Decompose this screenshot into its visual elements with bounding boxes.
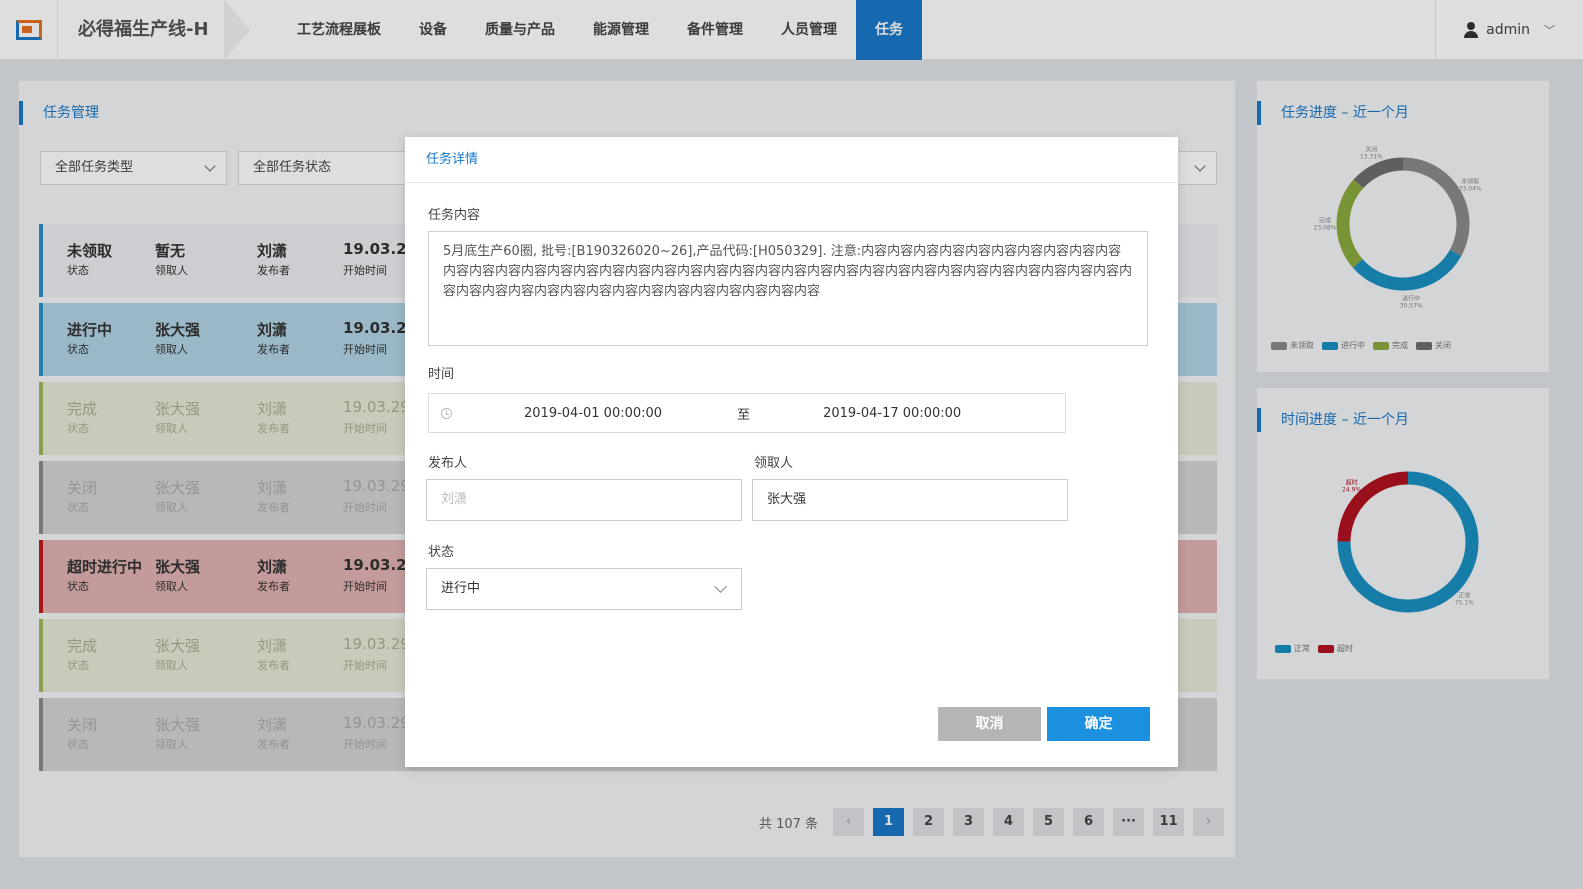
time-label: 时间 [428, 367, 455, 382]
publisher-input[interactable]: 刘潇 [426, 479, 742, 521]
publisher-label: 发布人 [428, 456, 468, 471]
range-separator: 至 [737, 407, 751, 423]
confirm-button[interactable]: 确定 [1047, 707, 1150, 741]
clock-icon [441, 407, 452, 419]
chevron-down-icon [714, 580, 727, 593]
start-date[interactable]: 2019-04-01 00:00:00 [524, 406, 662, 421]
status-select-value: 进行中 [441, 581, 481, 596]
assignee-label: 领取人 [754, 456, 794, 471]
end-date[interactable]: 2019-04-17 00:00:00 [823, 406, 961, 421]
assignee-input[interactable]: 张大强 [752, 479, 1068, 521]
cancel-button[interactable]: 取消 [938, 707, 1041, 741]
status-label: 状态 [428, 545, 455, 560]
date-range-picker[interactable]: 2019-04-01 00:00:00 至 2019-04-17 00:00:0… [428, 393, 1066, 433]
content-label: 任务内容 [428, 208, 481, 223]
task-detail-dialog: 任务详情 任务内容 5月底生产60圈, 批号:[B190326020~26],产… [405, 137, 1178, 767]
dialog-title: 任务详情 [405, 137, 1178, 183]
status-select[interactable]: 进行中 [426, 568, 742, 610]
task-content-textarea[interactable]: 5月底生产60圈, 批号:[B190326020~26],产品代码:[H0503… [428, 231, 1148, 346]
